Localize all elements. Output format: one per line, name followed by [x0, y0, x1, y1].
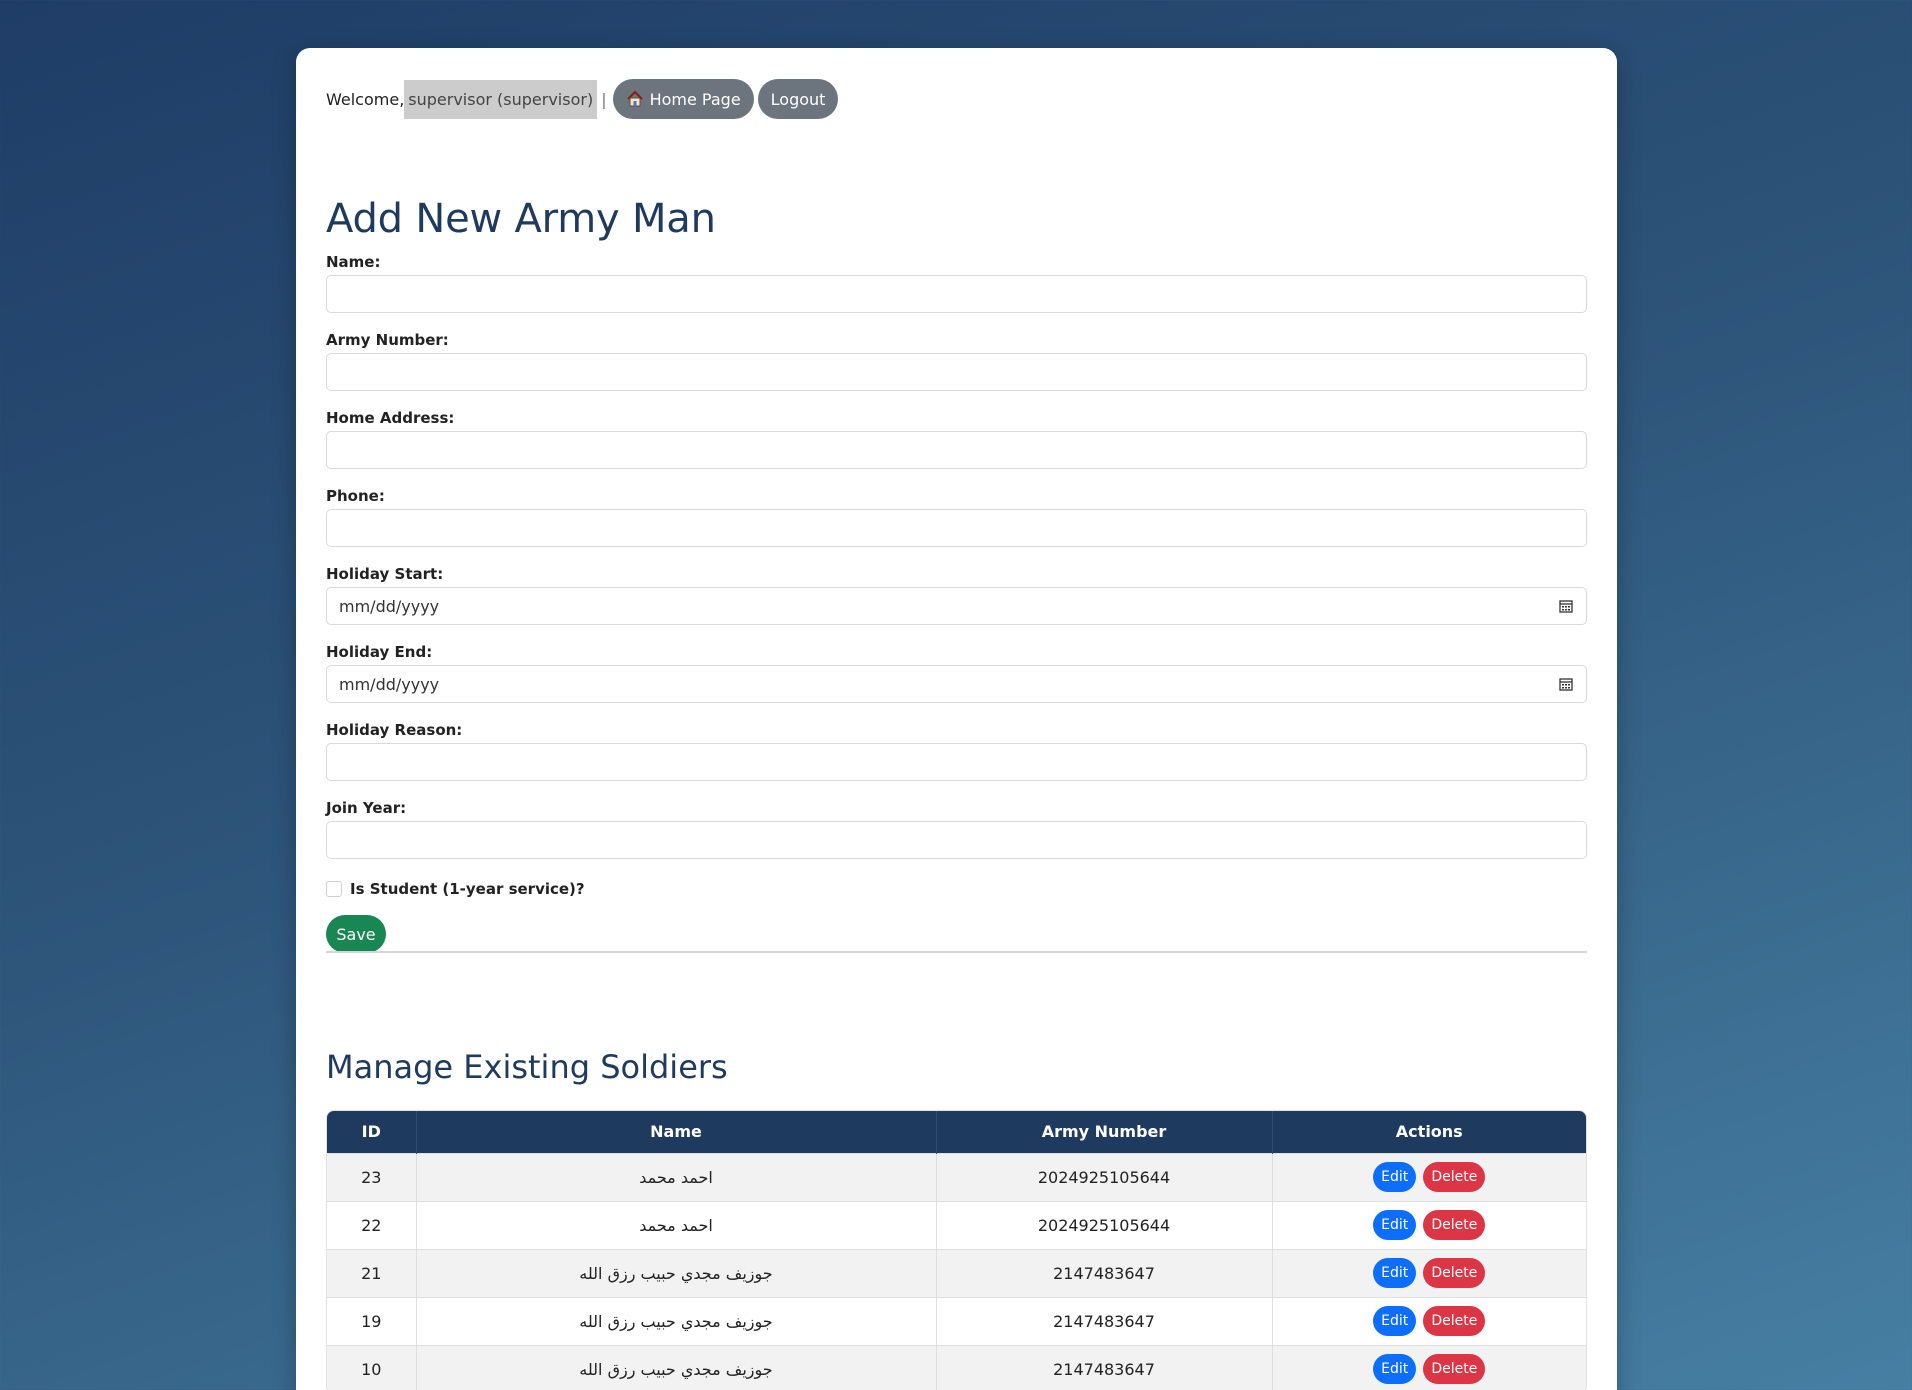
column-header-id: ID [327, 1111, 417, 1153]
cell-id: 21 [327, 1248, 417, 1297]
cell-id: 22 [327, 1200, 417, 1249]
cell-army-number: 2147483647 [936, 1248, 1273, 1297]
cell-name: جوزيف مجدي حبيب رزق الله [416, 1296, 937, 1345]
field-home-address: Home Address: [326, 409, 1587, 487]
cell-actions: Edit Delete [1272, 1344, 1586, 1390]
calendar-icon[interactable] [1558, 676, 1574, 692]
page-title: Add New Army Man [326, 196, 716, 242]
home-page-button[interactable]: Home Page [612, 79, 754, 119]
holiday-start-input[interactable]: mm/dd/yyyy [326, 587, 1587, 625]
field-label: Join Year: [326, 799, 407, 817]
delete-button[interactable]: Delete [1423, 1162, 1486, 1192]
home-address-input[interactable] [326, 431, 1587, 469]
edit-button[interactable]: Edit [1373, 1258, 1417, 1288]
section-title: Manage Existing Soldiers [326, 1048, 728, 1086]
edit-button[interactable]: Edit [1373, 1306, 1417, 1336]
join-year-input[interactable] [326, 821, 1587, 859]
cell-army-number: 2024925105644 [936, 1152, 1273, 1201]
table-row: 19 جوزيف مجدي حبيب رزق الله 2147483647 E… [327, 1296, 1586, 1345]
cell-actions: Edit Delete [1272, 1200, 1586, 1249]
delete-button[interactable]: Delete [1423, 1354, 1486, 1385]
cell-actions: Edit Delete [1272, 1248, 1586, 1297]
table-row: 23 احمد محمد 2024925105644 Edit Delete [327, 1152, 1586, 1201]
cell-army-number: 2024925105644 [936, 1200, 1273, 1249]
field-name: Name: [326, 253, 1587, 331]
main-card: Welcome, supervisor (supervisor) | Home … [296, 48, 1617, 1390]
cell-actions: Edit Delete [1272, 1296, 1586, 1345]
cell-actions: Edit Delete [1272, 1152, 1586, 1201]
username-label: supervisor (supervisor) [404, 79, 598, 119]
delete-button[interactable]: Delete [1423, 1258, 1486, 1288]
is-student-checkbox[interactable] [326, 881, 342, 897]
field-holiday-reason: Holiday Reason: [326, 721, 1587, 799]
name-input[interactable] [326, 275, 1587, 313]
cell-name: احمد محمد [416, 1152, 937, 1201]
table-header-row: ID Name Army Number Actions [327, 1111, 1586, 1153]
soldiers-table: ID Name Army Number Actions 23 احمد محمد… [326, 1110, 1587, 1390]
column-header-actions: Actions [1272, 1111, 1586, 1153]
holiday-end-input[interactable]: mm/dd/yyyy [326, 665, 1587, 703]
logout-button[interactable]: Logout [757, 79, 839, 119]
delete-button[interactable]: Delete [1423, 1306, 1486, 1336]
is-student-label: Is Student (1-year service)? [350, 880, 585, 898]
add-army-man-form: Name: Army Number: Home Address: Phone: … [326, 253, 1587, 953]
field-army-number: Army Number: [326, 331, 1587, 409]
field-holiday-start: Holiday Start: mm/dd/yyyy [326, 565, 1587, 643]
column-header-name: Name [416, 1111, 937, 1153]
edit-button[interactable]: Edit [1373, 1162, 1417, 1192]
table-row: 10 جوزيف مجدي حبيب رزق الله 2147483647 E… [327, 1344, 1586, 1390]
field-label: Holiday Reason: [326, 721, 463, 739]
field-holiday-end: Holiday End: mm/dd/yyyy [326, 643, 1587, 721]
army-number-input[interactable] [326, 353, 1587, 391]
cell-name: جوزيف مجدي حبيب رزق الله [416, 1344, 937, 1390]
field-label: Army Number: [326, 331, 449, 349]
welcome-text: Welcome, [326, 89, 405, 109]
field-label: Name: [326, 253, 381, 271]
cell-army-number: 2147483647 [936, 1296, 1273, 1345]
edit-button[interactable]: Edit [1373, 1210, 1417, 1240]
save-button[interactable]: Save [326, 915, 386, 953]
separator: | [601, 89, 607, 109]
field-label: Phone: [326, 487, 385, 505]
holiday-reason-input[interactable] [326, 743, 1587, 781]
date-placeholder: mm/dd/yyyy [339, 596, 440, 616]
date-placeholder: mm/dd/yyyy [339, 674, 440, 694]
phone-input[interactable] [326, 509, 1587, 547]
field-label: Holiday Start: [326, 565, 444, 583]
table-row: 21 جوزيف مجدي حبيب رزق الله 2147483647 E… [327, 1248, 1586, 1297]
user-bar: Welcome, supervisor (supervisor) | Home … [326, 79, 839, 119]
cell-army-number: 2147483647 [936, 1344, 1273, 1390]
edit-button[interactable]: Edit [1373, 1354, 1417, 1385]
calendar-icon[interactable] [1558, 598, 1574, 614]
table-row: 22 احمد محمد 2024925105644 Edit Delete [327, 1200, 1586, 1249]
delete-button[interactable]: Delete [1423, 1210, 1486, 1240]
home-page-label: Home Page [649, 89, 741, 109]
cell-name: احمد محمد [416, 1200, 937, 1249]
cell-name: جوزيف مجدي حبيب رزق الله [416, 1248, 937, 1297]
house-icon [626, 90, 644, 108]
section-divider [326, 951, 1587, 953]
field-label: Home Address: [326, 409, 455, 427]
cell-id: 23 [327, 1152, 417, 1201]
field-join-year: Join Year: [326, 799, 1587, 877]
is-student-row: Is Student (1-year service)? [326, 877, 1587, 901]
field-phone: Phone: [326, 487, 1587, 565]
cell-id: 10 [327, 1344, 417, 1390]
column-header-army-number: Army Number [936, 1111, 1273, 1153]
cell-id: 19 [327, 1296, 417, 1345]
field-label: Holiday End: [326, 643, 433, 661]
